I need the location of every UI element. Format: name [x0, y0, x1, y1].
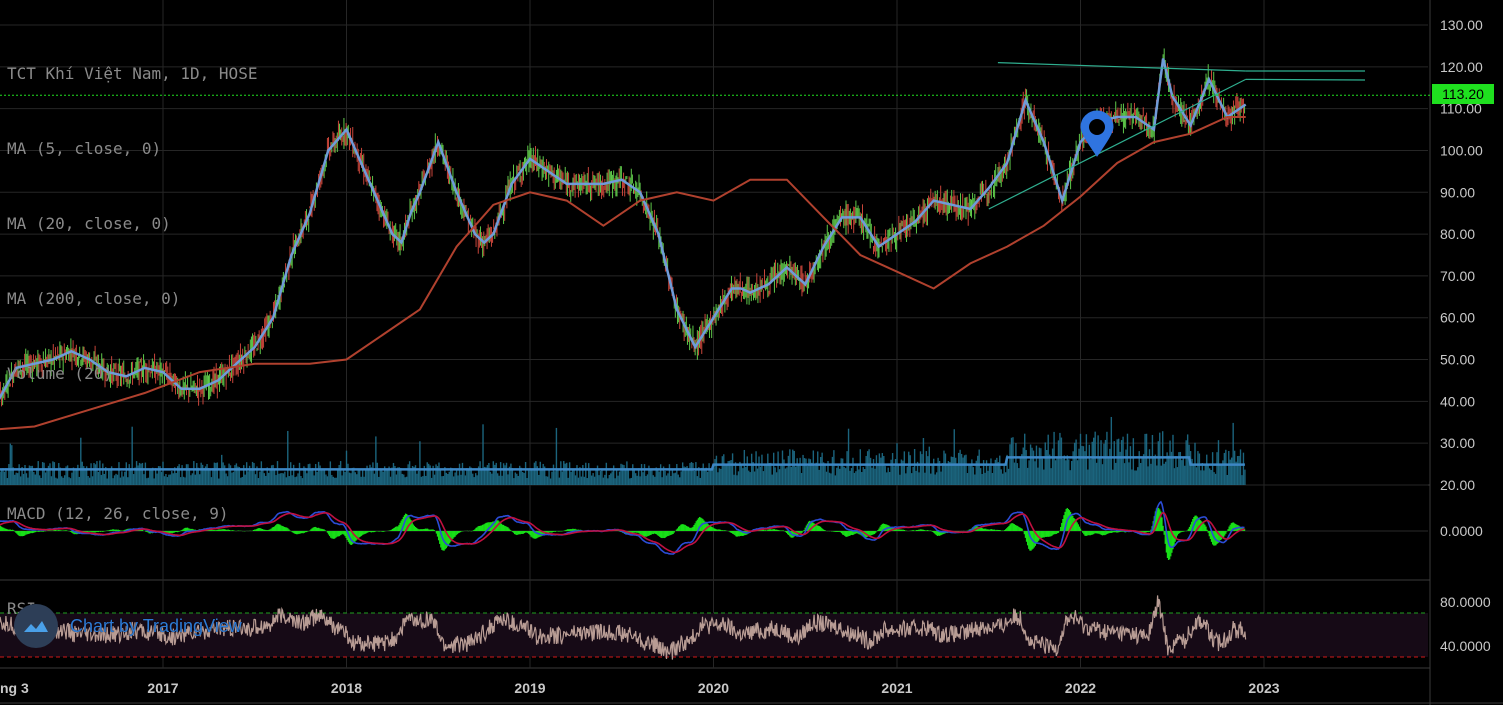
x-tick-label: ng 3: [0, 680, 29, 696]
y-tick-label: 30.00: [1440, 435, 1475, 451]
y-tick-label: 50.00: [1440, 352, 1475, 368]
y-tick-label: 40.00: [1440, 393, 1475, 409]
y-tick-label: 20.00: [1440, 477, 1475, 493]
y-tick-label: 100.00: [1440, 142, 1483, 158]
rsi-tick-label: 80.0000: [1440, 594, 1491, 610]
x-tick-label: 2019: [514, 680, 545, 696]
y-tick-label: 70.00: [1440, 268, 1475, 284]
x-tick-label: 2017: [147, 680, 178, 696]
legend-ma5: MA (5, close, 0): [7, 139, 162, 158]
y-tick-label: 120.00: [1440, 59, 1483, 75]
x-tick-label: 2022: [1065, 680, 1096, 696]
watermark-text: Chart by TradingView: [70, 615, 242, 636]
x-tick-label: 2021: [881, 680, 912, 696]
x-tick-label: 2020: [698, 680, 729, 696]
y-tick-label: 90.00: [1440, 184, 1475, 200]
macd-tick-label: 0.0000: [1440, 523, 1483, 539]
marker-hole: [1089, 119, 1105, 135]
legend-volume: Volume (20): [7, 364, 113, 383]
legend-macd: MACD (12, 26, close, 9): [7, 504, 229, 523]
trendline-lower-ext: [1245, 78, 1366, 81]
y-tick-label: 60.00: [1440, 310, 1475, 326]
legend-ma20: MA (20, close, 0): [7, 214, 171, 233]
volume-histogram: [0, 416, 1246, 485]
tradingview-logo-icon: [14, 604, 58, 648]
x-tick-label: 2023: [1248, 680, 1279, 696]
x-tick-label: 2018: [331, 680, 362, 696]
legend: TCT Khí Việt Nam, 1D, HOSE MA (5, close,…: [7, 11, 257, 411]
legend-title: TCT Khí Việt Nam, 1D, HOSE: [7, 64, 258, 83]
legend-ma200: MA (200, close, 0): [7, 289, 181, 308]
y-tick-label: 130.00: [1440, 17, 1483, 33]
tradingview-watermark: Chart by TradingView: [14, 604, 242, 648]
y-tick-label: 80.00: [1440, 226, 1475, 242]
rsi-tick-label: 40.0000: [1440, 638, 1491, 654]
last-price-label: 113.20: [1432, 84, 1494, 104]
